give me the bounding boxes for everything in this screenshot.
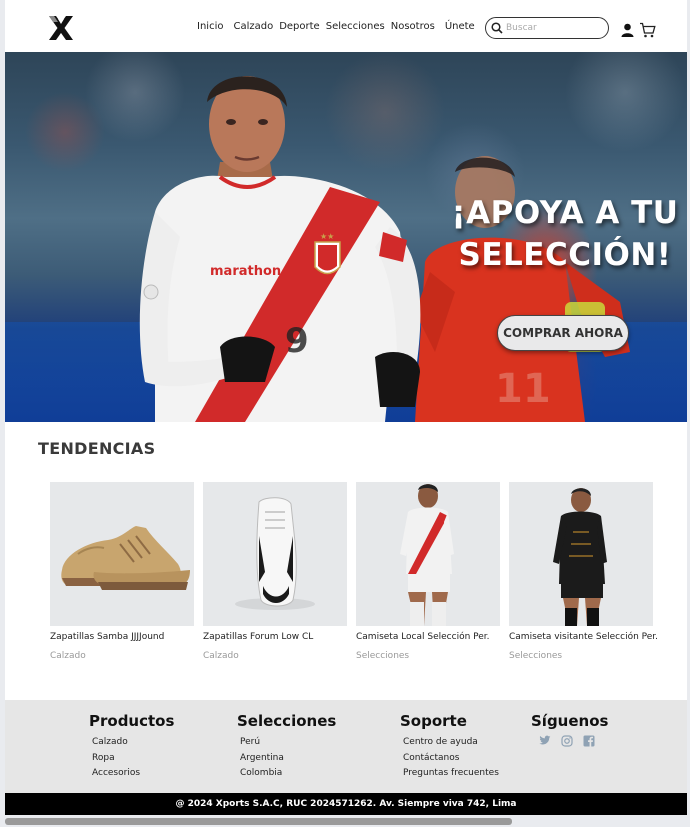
footer-link[interactable]: Colombia [240, 766, 336, 782]
footer-column-selecciones: Selecciones Perú Argentina Colombia [237, 712, 336, 782]
hero-title-line2: SELECCIÓN! [458, 237, 672, 273]
social-links [531, 735, 608, 747]
footer-column-title: Selecciones [237, 712, 337, 730]
away-jersey-model-image [553, 488, 607, 626]
footer-link[interactable]: Ropa [92, 751, 174, 767]
main-nav: Inicio Calzado Deporte Selecciones Nosot… [197, 21, 475, 32]
nav-inicio[interactable]: Inicio [197, 21, 223, 32]
header: Inicio Calzado Deporte Selecciones Nosot… [5, 0, 687, 52]
horizontal-scrollbar[interactable] [5, 818, 512, 825]
footer-column-productos: Productos Calzado Ropa Accesorios [89, 712, 174, 782]
product-category: Selecciones [509, 651, 563, 661]
product-image[interactable] [356, 482, 500, 626]
product-name[interactable]: Zapatillas Samba JJJJound [50, 632, 194, 642]
footer-link[interactable]: Calzado [92, 735, 174, 751]
product-card[interactable]: Zapatillas Samba JJJJound Calzado [50, 482, 194, 661]
footer-column-title: Soporte [400, 712, 467, 730]
nav-calzado[interactable]: Calzado [233, 21, 273, 32]
cart-icon[interactable] [639, 22, 656, 38]
sneaker-white-image [235, 497, 315, 610]
product-card[interactable]: Zapatillas Forum Low CL Calzado [203, 482, 347, 661]
footer-link[interactable]: Argentina [240, 751, 336, 767]
footer-column-title: Síguenos [531, 712, 609, 730]
jersey-number-text: 9 [285, 321, 309, 361]
twitter-icon[interactable] [539, 735, 551, 746]
product-name[interactable]: Camiseta visitante Selección Per. [509, 632, 658, 642]
search-icon [491, 22, 503, 34]
user-icon[interactable] [621, 23, 634, 37]
footer-link[interactable]: Preguntas frecuentes [403, 766, 499, 782]
footer-column-soporte: Soporte Centro de ayuda Contáctanos Preg… [400, 712, 499, 782]
footer-link[interactable]: Perú [240, 735, 336, 751]
footer-link[interactable]: Centro de ayuda [403, 735, 499, 751]
product-image[interactable] [203, 482, 347, 626]
product-category: Selecciones [356, 651, 410, 661]
product-name[interactable]: Zapatillas Forum Low CL [203, 632, 347, 642]
hero-title-line1: ¡APOYA A TU [451, 195, 679, 231]
product-card[interactable]: Camiseta visitante Selección Per. Selecc… [509, 482, 658, 661]
hero-player-image: ★★ marathon 9 [139, 76, 421, 422]
footer-column-title: Productos [89, 712, 175, 730]
search-box[interactable] [485, 17, 609, 39]
product-name[interactable]: Camiseta Local Selección Per. [356, 632, 500, 642]
nav-unete[interactable]: Únete [445, 21, 475, 32]
footer: Productos Calzado Ropa Accesorios Selecc… [5, 700, 687, 793]
svg-text:11: 11 [495, 366, 551, 412]
sneaker-tan-image [61, 526, 190, 590]
product-image[interactable] [509, 482, 653, 626]
page: Inicio Calzado Deporte Selecciones Nosot… [5, 0, 687, 815]
nav-nosotros[interactable]: Nosotros [391, 21, 435, 32]
footer-column-social: Síguenos [531, 712, 608, 747]
product-image[interactable] [50, 482, 194, 626]
trends-title: TENDENCIAS [38, 439, 156, 458]
instagram-icon[interactable] [561, 735, 573, 747]
product-category: Calzado [50, 651, 86, 661]
nav-selecciones[interactable]: Selecciones [326, 21, 385, 32]
product-card[interactable]: Camiseta Local Selección Per. Seleccione… [356, 482, 500, 661]
jersey-sponsor-text: marathon [210, 264, 281, 279]
copyright-bar: @ 2024 Xports S.A.C, RUC 2024571262. Av.… [5, 793, 687, 815]
search-input[interactable] [506, 23, 606, 33]
product-grid: Zapatillas Samba JJJJound Calzado Zapati… [50, 482, 660, 672]
product-category: Calzado [203, 651, 239, 661]
footer-link[interactable]: Accesorios [92, 766, 174, 782]
logo-icon[interactable] [49, 16, 73, 40]
hero-banner: 11 ★★ marathon 9 ¡APOYA A TU SELECCIÓN! … [5, 52, 687, 422]
svg-text:★★: ★★ [320, 232, 334, 241]
home-jersey-model-image [400, 484, 454, 626]
nav-deporte[interactable]: Deporte [279, 21, 320, 32]
footer-link[interactable]: Contáctanos [403, 751, 499, 767]
hero-title: ¡APOYA A TU SELECCIÓN! [445, 192, 685, 276]
buy-now-button[interactable]: COMPRAR AHORA [497, 315, 629, 351]
facebook-icon[interactable] [583, 735, 595, 747]
